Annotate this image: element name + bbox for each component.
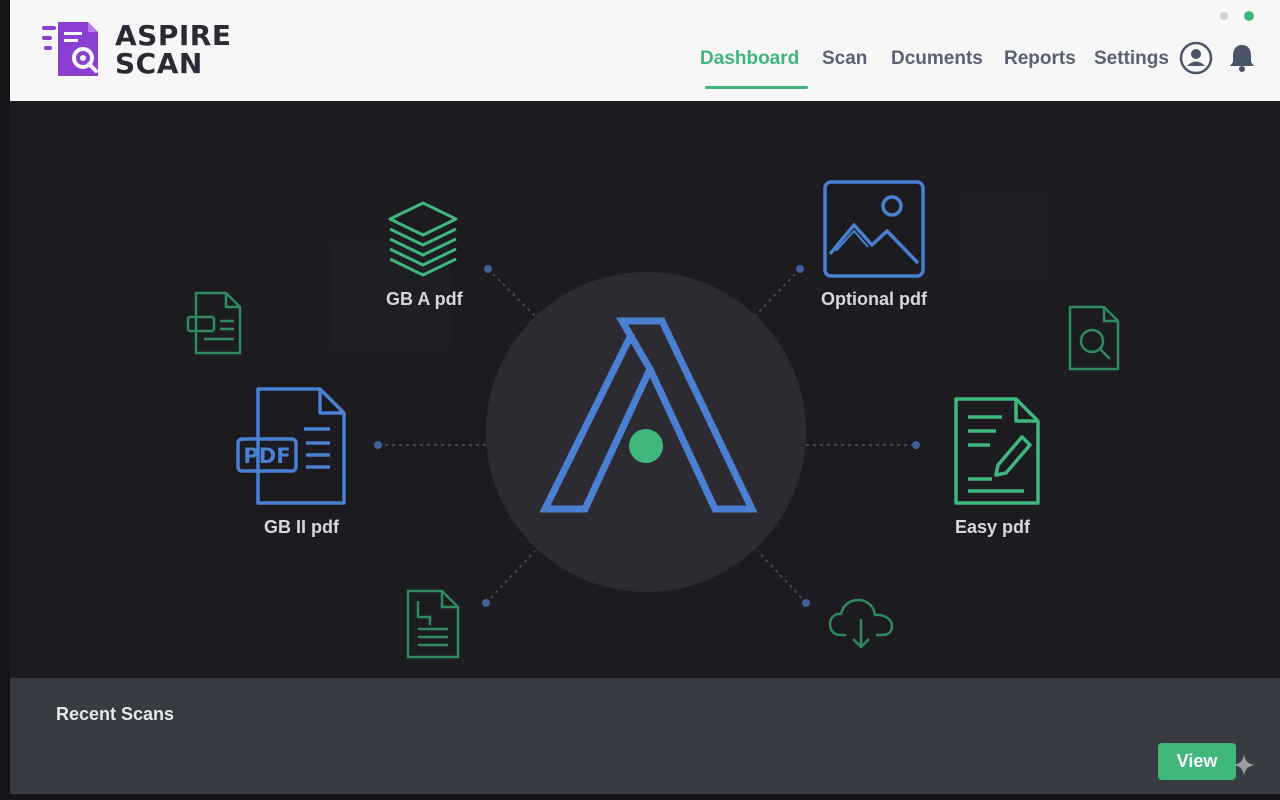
view-button[interactable]: View	[1158, 743, 1236, 780]
nav-reports[interactable]: Reports	[1004, 48, 1076, 72]
file-search-icon	[1068, 305, 1120, 371]
scan-document-logo-icon	[42, 22, 98, 76]
node-label-optional: Optional pdf	[821, 289, 927, 309]
window-left-edge	[0, 0, 10, 800]
image-file-icon	[823, 180, 925, 278]
brand-line-2: SCAN	[115, 47, 203, 80]
cloud-download-icon	[828, 598, 894, 649]
node-label-gb-ii: GB II pdf	[264, 517, 339, 537]
sparkle-icon	[1233, 754, 1255, 776]
node-label-easy: Easy pdf	[955, 517, 1031, 537]
nav-settings[interactable]: Settings	[1094, 48, 1169, 72]
top-header: ASPIRE SCAN Dashboard Scan Dcuments Repo…	[10, 0, 1280, 102]
node-label-gb-a: GB A pdf	[386, 289, 463, 309]
hero-background	[330, 191, 1050, 611]
recent-scans-title: Recent Scans	[56, 704, 175, 724]
user-account-icon[interactable]	[1178, 40, 1214, 76]
notification-bell-icon[interactable]	[1224, 40, 1260, 76]
nav-documents[interactable]: Dcuments	[891, 48, 983, 72]
brand-line-1: ASPIRE	[115, 19, 232, 52]
brand-name: ASPIRE SCAN	[115, 22, 231, 78]
edit-document-icon	[954, 397, 1040, 505]
svg-text:PDF: PDF	[243, 444, 290, 468]
app-logo[interactable]: ASPIRE SCAN	[40, 18, 240, 82]
status-dot-online	[1244, 11, 1254, 21]
document-lines-icon	[406, 589, 460, 659]
document-card-icon	[186, 291, 242, 355]
recent-scans-panel: Recent Scans View	[10, 678, 1280, 794]
status-dot-inactive	[1220, 12, 1228, 20]
pdf-file-icon: PDF	[236, 387, 346, 505]
nav-dashboard[interactable]: Dashboard	[700, 48, 799, 72]
nav-scan[interactable]: Scan	[822, 48, 867, 72]
window-bottom-edge	[0, 794, 1280, 800]
layers-stack-icon	[388, 201, 458, 277]
hero-diagram: GB A pdf Optional pdf PDF GB II pdf Easy…	[10, 101, 1280, 678]
active-tab-indicator	[705, 86, 808, 89]
